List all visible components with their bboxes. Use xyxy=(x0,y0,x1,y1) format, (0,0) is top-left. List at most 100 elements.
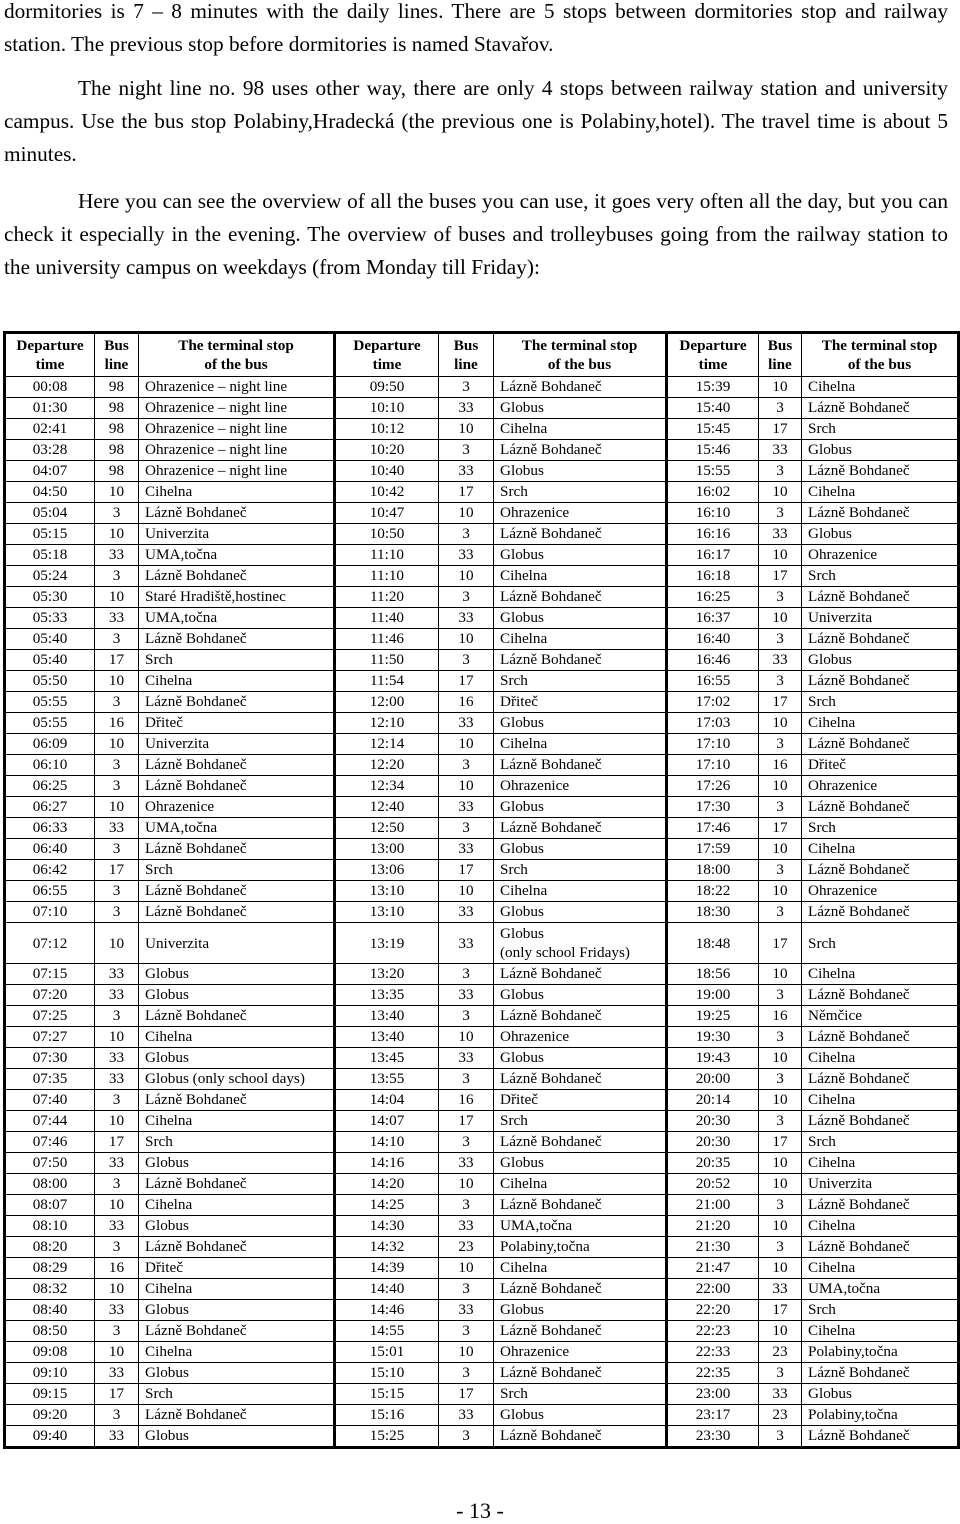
departure-time-cell: 13:10 xyxy=(334,901,439,923)
terminal-stop-cell: Ohrazenice – night line xyxy=(138,376,336,398)
terminal-stop-cell: Ohrazenice xyxy=(801,544,959,566)
departure-time-cell: 07:35 xyxy=(4,1068,95,1090)
bus-line-cell: 33 xyxy=(438,796,494,818)
departure-time-cell: 07:10 xyxy=(4,901,95,923)
bus-line-cell: 3 xyxy=(758,628,802,650)
departure-time-cell: 13:20 xyxy=(334,963,439,985)
departure-time-cell: 08:07 xyxy=(4,1194,95,1216)
header-stop-3: The terminal stop of the bus xyxy=(801,332,959,377)
terminal-stop-cell: UMA,točna xyxy=(138,817,336,839)
departure-time-cell: 15:46 xyxy=(666,439,759,461)
departure-time-cell: 15:25 xyxy=(334,1425,439,1448)
departure-time-cell: 06:25 xyxy=(4,775,95,797)
terminal-stop-cell: Globus xyxy=(138,1425,336,1448)
departure-time-cell: 20:30 xyxy=(666,1110,759,1132)
header-line-1: Bus xyxy=(453,337,479,354)
departure-time-cell: 05:04 xyxy=(4,502,95,524)
header-line-1: Bus xyxy=(767,337,793,354)
bus-line-cell: 98 xyxy=(94,397,139,419)
departure-time-cell: 16:55 xyxy=(666,670,759,692)
departure-time-cell: 11:46 xyxy=(334,628,439,650)
departure-time-cell: 08:00 xyxy=(4,1173,95,1195)
terminal-stop-cell: Lázně Bohdaneč xyxy=(801,1194,959,1216)
terminal-stop-cell: Lázně Bohdaneč xyxy=(801,901,959,923)
bus-line-cell: 10 xyxy=(94,1194,139,1216)
bus-line-cell: 3 xyxy=(758,1026,802,1048)
bus-line-cell: 17 xyxy=(94,859,139,881)
page-number: - 13 - xyxy=(456,1498,504,1523)
departure-time-cell: 09:08 xyxy=(4,1341,95,1363)
terminal-stop-cell: Lázně Bohdaneč xyxy=(493,649,668,671)
table-row: 08:29 16 Dřiteč 14:39 10 Cihelna 21:47 10 Ciheln… xyxy=(4,1257,959,1279)
header-line-2: of the bus xyxy=(204,356,268,373)
departure-time-cell: 08:32 xyxy=(4,1278,95,1300)
header-line-2: time xyxy=(698,356,728,373)
bus-line-cell: 3 xyxy=(94,1089,139,1111)
bus-line-cell: 33 xyxy=(94,963,139,985)
table-row: 07:40 3 Lázně Bohdaneč 14:04 16 Dřiteč 20:14 10… xyxy=(4,1089,959,1111)
departure-time-cell: 20:00 xyxy=(666,1068,759,1090)
paragraph-dormitories-travel: dormitories is 7 – 8 minutes with the da… xyxy=(4,0,948,56)
bus-line-cell: 33 xyxy=(438,712,494,734)
bus-line-cell: 33 xyxy=(438,460,494,482)
departure-time-cell: 20:30 xyxy=(666,1131,759,1153)
departure-time-cell: 14:55 xyxy=(334,1320,439,1342)
bus-line-cell: 3 xyxy=(758,502,802,524)
header-line-1: The terminal stop xyxy=(821,337,938,354)
terminal-stop-cell: Ohrazenice xyxy=(801,880,959,902)
bus-line-cell: 10 xyxy=(438,565,494,587)
departure-time-cell: 06:09 xyxy=(4,733,95,755)
departure-time-cell: 04:07 xyxy=(4,460,95,482)
bus-line-cell: 3 xyxy=(94,628,139,650)
departure-time-cell: 12:50 xyxy=(334,817,439,839)
table-row: 05:40 17 Srch 11:50 3 Lázně Bohdaneč 16:46 33 Gl… xyxy=(4,649,959,671)
bus-line-cell: 10 xyxy=(94,481,139,503)
bus-line-cell: 3 xyxy=(438,1194,494,1216)
table-row: 08:40 33 Globus 14:46 33 Globus 22:20 17 Srch xyxy=(4,1299,959,1321)
bus-line-cell: 33 xyxy=(438,1215,494,1237)
departure-time-cell: 05:50 xyxy=(4,670,95,692)
departure-time-cell: 07:25 xyxy=(4,1005,95,1027)
departure-time-cell: 01:30 xyxy=(4,397,95,419)
departure-time-cell: 23:30 xyxy=(666,1425,759,1448)
table-row: 06:42 17 Srch 13:06 17 Srch 18:00 3 Lázně Bohdan… xyxy=(4,859,959,881)
bus-line-cell: 17 xyxy=(438,481,494,503)
bus-line-cell: 17 xyxy=(758,1131,802,1153)
terminal-stop-cell: Lázně Bohdaneč xyxy=(493,1362,668,1384)
bus-line-cell: 3 xyxy=(94,691,139,713)
departure-time-cell: 13:10 xyxy=(334,880,439,902)
terminal-stop-cell: Lázně Bohdaneč xyxy=(138,1320,336,1342)
terminal-stop-cell: Cihelna xyxy=(138,1194,336,1216)
departure-time-cell: 15:16 xyxy=(334,1404,439,1426)
bus-line-cell: 98 xyxy=(94,439,139,461)
terminal-stop-cell: UMA,točna xyxy=(138,544,336,566)
bus-line-cell: 10 xyxy=(94,586,139,608)
table-row: 07:15 33 Globus 13:20 3 Lázně Bohdaneč 18:56 10… xyxy=(4,963,959,985)
bus-line-cell: 33 xyxy=(438,607,494,629)
terminal-stop-cell: Dřiteč xyxy=(801,754,959,776)
departure-time-cell: 09:15 xyxy=(4,1383,95,1405)
departure-time-cell: 00:08 xyxy=(4,376,95,398)
header-line-1: Bus xyxy=(104,337,129,354)
terminal-stop-cell: Globus xyxy=(801,523,959,545)
departure-time-cell: 07:20 xyxy=(4,984,95,1006)
departure-time-cell: 17:46 xyxy=(666,817,759,839)
departure-time-cell: 05:55 xyxy=(4,691,95,713)
terminal-stop-cell: Ohrazenice – night line xyxy=(138,397,336,419)
bus-line-cell: 3 xyxy=(758,586,802,608)
departure-time-cell: 16:25 xyxy=(666,586,759,608)
terminal-stop-cell: Lázně Bohdaneč xyxy=(493,1194,668,1216)
terminal-stop-cell: Cihelna xyxy=(801,838,959,860)
departure-time-cell: 12:20 xyxy=(334,754,439,776)
bus-line-cell: 17 xyxy=(758,817,802,839)
header-departure-3: Departure time xyxy=(666,332,759,377)
departure-time-cell: 11:54 xyxy=(334,670,439,692)
terminal-stop-cell: Lázně Bohdaneč xyxy=(138,565,336,587)
bus-line-cell: 3 xyxy=(94,565,139,587)
bus-line-cell: 98 xyxy=(94,418,139,440)
departure-time-cell: 05:30 xyxy=(4,586,95,608)
header-line-2: line xyxy=(768,356,792,373)
terminal-stop-cell: Ohrazenice xyxy=(801,775,959,797)
table-row: 05:55 3 Lázně Bohdaneč 12:00 16 Dřiteč 17:02 17… xyxy=(4,691,959,713)
table-row: 09:20 3 Lázně Bohdaneč 15:16 33 Globus 23:17 23… xyxy=(4,1404,959,1426)
